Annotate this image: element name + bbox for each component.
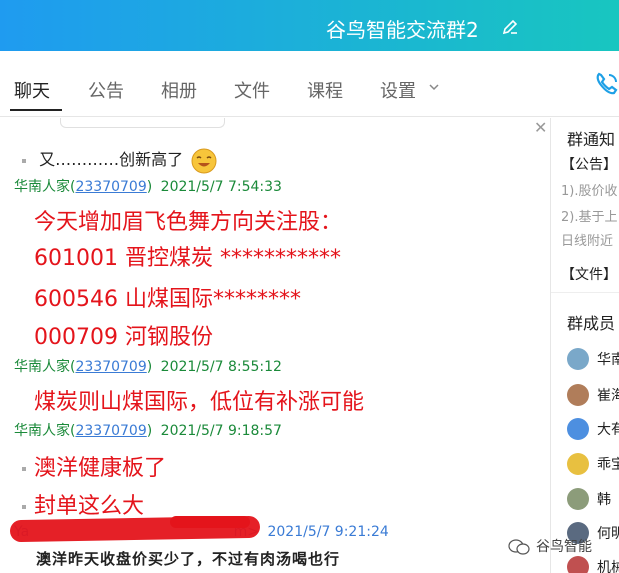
- title-bar: 谷鸟智能交流群2: [0, 0, 619, 51]
- toolbar-stub: [60, 118, 225, 128]
- member-item[interactable]: 华南: [567, 348, 619, 374]
- avatar: [567, 488, 589, 510]
- message-header: 华南人家(23370709) 2021/5/7 8:55:12: [14, 359, 282, 375]
- tab-settings[interactable]: 设置: [380, 77, 416, 103]
- avatar: [567, 348, 589, 370]
- message-line: 澳洋昨天收盘价买少了，不过有肉汤喝也行: [36, 550, 341, 568]
- tab-announcement[interactable]: 公告: [88, 77, 124, 103]
- qq-group-window: 谷鸟智能交流群2 聊天 公告 相册 文件 课程 设置 ✕ 又…………创新高了 华…: [0, 0, 619, 573]
- message-header: 华南人家(23370709) 2021/5/7 9:18:57: [14, 423, 282, 439]
- edit-icon[interactable]: [501, 18, 519, 36]
- avatar: [567, 556, 589, 573]
- avatar: [567, 418, 589, 440]
- chevron-down-icon[interactable]: [428, 81, 440, 93]
- member-item[interactable]: 崔海: [567, 384, 619, 410]
- tab-files[interactable]: 文件: [234, 77, 270, 103]
- bullet-icon: [22, 505, 26, 509]
- bullet-icon: [22, 158, 26, 163]
- message-line: 600546 山煤国际********: [34, 287, 301, 312]
- notice-title: 群通知: [567, 130, 616, 149]
- notice-line: 1).股价收: [561, 184, 618, 199]
- avatar: [567, 453, 589, 475]
- group-info-panel: 群通知 【公告】 1).股价收 2).基于上 日线附近 【文件】 群成员 华南 …: [551, 118, 619, 573]
- active-tab-indicator: [10, 109, 62, 111]
- close-icon[interactable]: ✕: [534, 118, 547, 137]
- message-line: 601001 晋控煤炭 ***********: [34, 246, 341, 271]
- message-line: 000709 河钢股份: [34, 325, 213, 350]
- sender-id-link[interactable]: 23370709: [75, 359, 146, 375]
- member-item[interactable]: 大有: [567, 418, 619, 444]
- notice-line: 2).基于上: [561, 210, 618, 225]
- divider: [551, 292, 619, 293]
- message-line: 煤炭则山煤国际，低位有补涨可能: [34, 390, 365, 415]
- phone-icon[interactable]: [592, 69, 619, 99]
- message-line: 澳洋健康板了: [22, 450, 166, 482]
- members-title: 群成员: [567, 314, 616, 333]
- message-bubble: 又…………创新高了: [22, 146, 218, 175]
- tab-bar: 聊天 公告 相册 文件 课程 设置: [0, 51, 619, 117]
- notice-tag[interactable]: 【公告】: [561, 154, 617, 174]
- tab-chat[interactable]: 聊天: [14, 77, 50, 103]
- chat-message-area[interactable]: ✕ 又…………创新高了 华南人家(23370709) 2021/5/7 7:54…: [0, 118, 550, 573]
- sender-id-link[interactable]: 23370709: [75, 179, 146, 195]
- member-item[interactable]: 韩: [567, 488, 611, 514]
- message-line: 今天增加眉飞色舞方向关注股：: [34, 210, 343, 235]
- avatar: [567, 384, 589, 406]
- wechat-icon: [508, 539, 530, 555]
- tab-album[interactable]: 相册: [161, 77, 197, 103]
- watermark: 谷鸟智能: [508, 536, 592, 556]
- member-item[interactable]: 机械: [567, 556, 619, 573]
- notice-line: 日线附近: [561, 234, 614, 249]
- group-title: 谷鸟智能交流群2: [326, 18, 479, 42]
- redaction-scribble: [170, 516, 250, 528]
- grinning-emoji-icon: [191, 148, 217, 173]
- member-item[interactable]: 乖宝: [567, 453, 619, 479]
- bullet-icon: [22, 467, 26, 471]
- message-header: 华南人家(23370709) 2021/5/7 7:54:33: [14, 179, 282, 195]
- tab-courses[interactable]: 课程: [307, 77, 343, 103]
- file-tag[interactable]: 【文件】: [561, 264, 617, 284]
- message-line: 封单这么大: [22, 488, 144, 520]
- sender-id-link[interactable]: 23370709: [75, 423, 146, 439]
